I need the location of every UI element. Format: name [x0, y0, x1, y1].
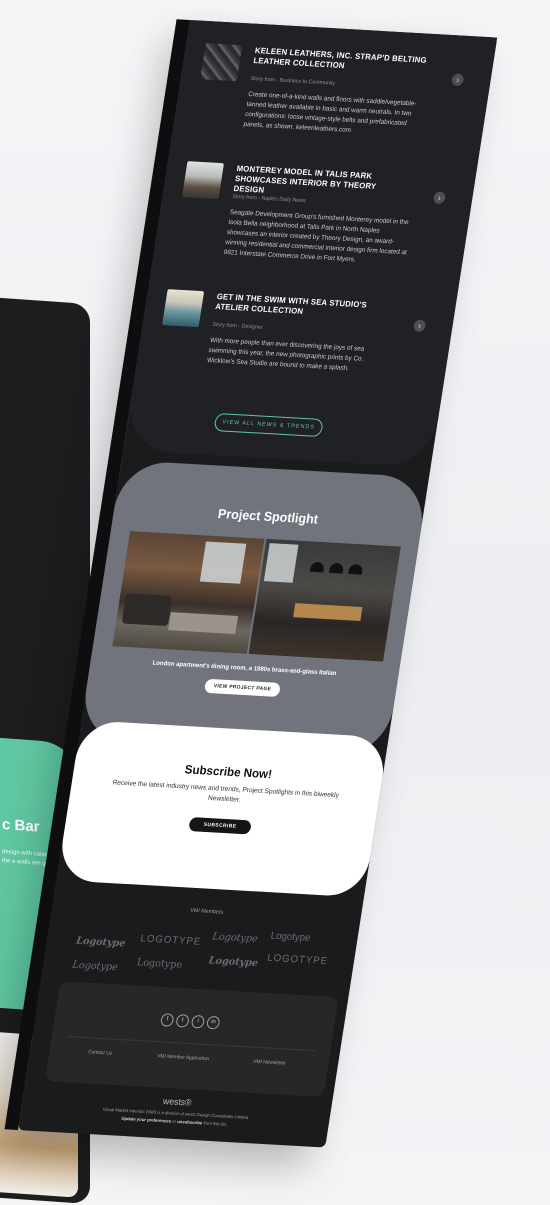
chevron-right-icon[interactable]: ›	[451, 73, 465, 87]
news-source: Story from - Designer	[212, 321, 264, 331]
news-item[interactable]: KELEEN LEATHERS, INC. STRAP'D BELTING LE…	[189, 43, 475, 168]
update-preferences-link[interactable]: Update your preferences	[121, 1116, 171, 1124]
member-logo[interactable]: LOGOTYPE	[266, 953, 328, 967]
news-body: Create one-of-a-kind walls and floors wi…	[243, 90, 417, 135]
news-section: KELEEN LEATHERS, INC. STRAP'D BELTING LE…	[123, 20, 498, 468]
subscribe-section: Subscribe Now! Receive the latest indust…	[56, 720, 389, 898]
facebook-icon[interactable]: f	[159, 1013, 175, 1027]
footer-link-member-application[interactable]: VMI Member Application	[157, 1053, 210, 1062]
news-thumbnail	[162, 289, 205, 328]
project-spotlight-section: Project Spotlight London apartment's din…	[78, 460, 430, 758]
footer: f t i in Contact Us VMI Member Applicati…	[44, 981, 339, 1098]
member-logo[interactable]: Logotype	[208, 955, 259, 969]
linkedin-icon[interactable]: in	[206, 1015, 221, 1030]
member-logo[interactable]: Logotype	[136, 957, 183, 971]
twitter-icon[interactable]: t	[175, 1014, 190, 1028]
news-item[interactable]: MONTEREY MODEL IN TALIS PARK SHOWCASES I…	[169, 161, 456, 296]
news-thumbnail	[200, 43, 243, 82]
member-logos: Logotype LOGOTYPE Logotype Logotype Logo…	[72, 920, 339, 974]
member-logo[interactable]: Logotype	[75, 936, 126, 950]
members-title: VMI Members	[189, 907, 224, 916]
news-title[interactable]: GET IN THE SWIM WITH SEA STUDIO'S ATELIE…	[214, 292, 390, 322]
instagram-icon[interactable]: i	[190, 1014, 206, 1029]
background-card-title: c Bar	[2, 816, 40, 836]
chevron-right-icon[interactable]: ›	[432, 191, 447, 205]
newsletter-mockup: KELEEN LEATHERS, INC. STRAP'D BELTING LE…	[4, 19, 498, 1148]
spotlight-title: Project Spotlight	[216, 505, 320, 527]
news-body: Seagate Development Group's furnished Mo…	[223, 208, 410, 264]
chevron-right-icon[interactable]: ›	[412, 319, 427, 333]
news-title[interactable]: KELEEN LEATHERS, INC. STRAP'D BELTING LE…	[253, 46, 429, 76]
view-all-news-button[interactable]: VIEW ALL NEWS & TRENDS	[213, 412, 324, 438]
member-logo[interactable]: Logotype	[72, 960, 119, 974]
member-logo[interactable]: Logotype	[270, 931, 311, 944]
footer-divider	[67, 1035, 316, 1052]
footer-link-contact[interactable]: Contact Us	[88, 1049, 113, 1056]
footer-link-newsletter[interactable]: VMI Newsletter	[253, 1059, 286, 1067]
member-logo[interactable]: LOGOTYPE	[140, 933, 202, 947]
subscribe-button[interactable]: SUBSCRIBE	[188, 817, 252, 835]
news-body: With more people than ever discovering t…	[206, 336, 365, 373]
spotlight-photo-living-room	[112, 531, 265, 654]
view-project-button[interactable]: VIEW PROJECT PAGE	[203, 678, 281, 697]
spotlight-photo-dining-room	[248, 538, 401, 662]
news-item[interactable]: GET IN THE SWIM WITH SEA STUDIO'S ATELIE…	[152, 289, 436, 404]
news-source: Story from - Business to Community	[250, 75, 336, 87]
unsubscribe-link[interactable]: unsubscribe	[177, 1119, 203, 1125]
member-logo[interactable]: Logotype	[212, 931, 259, 945]
news-thumbnail	[181, 161, 224, 200]
